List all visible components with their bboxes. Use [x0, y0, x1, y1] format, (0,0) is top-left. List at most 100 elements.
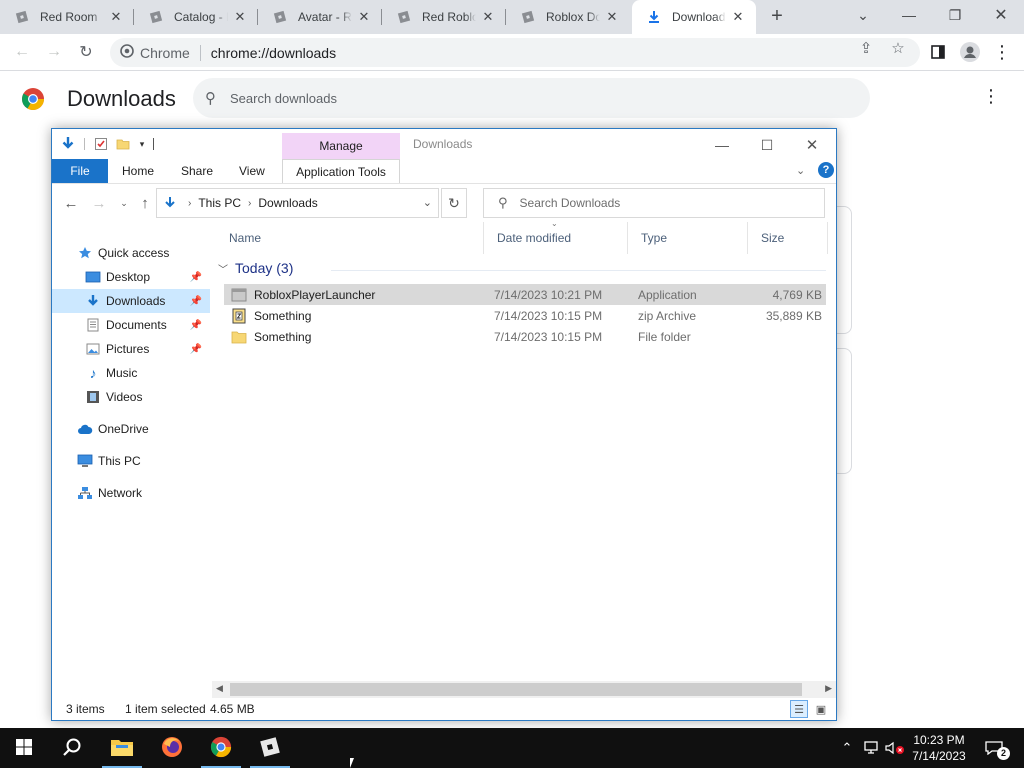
file-row[interactable]: Something 7/14/2023 10:15 PM File folder [224, 326, 826, 347]
up-arrow-icon[interactable]: ↑ [135, 194, 155, 212]
tab-title: Avatar - Ro [298, 10, 352, 24]
column-header-size[interactable]: Size [748, 222, 828, 254]
close-icon[interactable]: ✕ [604, 9, 620, 25]
horizontal-scrollbar[interactable]: ◀ ▶ [212, 681, 836, 698]
chrome-menu-icon[interactable]: ⋮ [990, 40, 1014, 64]
desktop-icon [85, 269, 101, 285]
nav-item-desktop[interactable]: Desktop 📌 [52, 265, 210, 289]
column-header-date[interactable]: Date modified [484, 222, 628, 254]
file-row[interactable]: Something 7/14/2023 10:15 PM zip Archive… [224, 305, 826, 326]
nav-item-downloads[interactable]: Downloads 📌 [52, 289, 210, 313]
firefox-taskbar-button[interactable] [148, 728, 196, 768]
share-icon[interactable]: ⇪ [858, 40, 874, 57]
close-icon[interactable]: ✕ [356, 9, 372, 25]
file-row[interactable]: RobloxPlayerLauncher 7/14/2023 10:21 PM … [224, 284, 826, 305]
explorer-close-button[interactable]: ✕ [789, 132, 835, 158]
nav-item-onedrive[interactable]: OneDrive [52, 417, 210, 441]
nav-item-documents[interactable]: Documents 📌 [52, 313, 210, 337]
side-panel-icon[interactable] [926, 40, 950, 64]
large-icons-view-icon[interactable]: ▣ [812, 700, 830, 718]
qat-customize-icon[interactable]: ▾ [134, 136, 150, 152]
tab-home[interactable]: Home [122, 159, 154, 183]
close-icon[interactable]: ✕ [480, 9, 496, 25]
properties-icon[interactable] [93, 136, 109, 152]
pin-icon[interactable]: 📌 [190, 296, 202, 307]
nav-item-videos[interactable]: Videos [52, 385, 210, 409]
close-window-button[interactable]: ✕ [978, 0, 1024, 30]
search-button[interactable] [48, 728, 96, 768]
column-header-type[interactable]: Type [628, 222, 748, 254]
scroll-left-arrow-icon[interactable]: ◀ [216, 683, 223, 694]
tab-view[interactable]: View [239, 159, 265, 183]
address-dropdown-icon[interactable]: ⌄ [423, 196, 432, 209]
nav-item-quick-access[interactable]: Quick access [52, 241, 210, 265]
tab-share[interactable]: Share [181, 159, 213, 183]
minimize-button[interactable]: — [886, 0, 932, 30]
expand-ribbon-chevron-icon[interactable]: ⌄ [796, 164, 805, 177]
close-icon[interactable]: ✕ [730, 9, 746, 25]
show-hidden-icons-chevron-icon[interactable]: ⌃ [838, 728, 856, 768]
status-bar: 3 items 1 item selected 4.65 MB ☰ ▣ [52, 698, 836, 720]
tab-red-roblox[interactable]: Red Roblox ✕ [382, 0, 506, 34]
group-header-today[interactable]: ﹀ Today (3) [218, 260, 293, 276]
nav-item-label: Documents [106, 318, 167, 332]
new-folder-icon[interactable] [115, 136, 131, 152]
back-button[interactable]: ← [10, 40, 34, 64]
tab-search-chevron-icon[interactable]: ⌄ [840, 0, 886, 30]
pin-icon[interactable]: 📌 [190, 320, 202, 331]
chrome-taskbar-button[interactable] [197, 728, 245, 768]
system-clock[interactable]: 10:23 PM 7/14/2023 [908, 732, 970, 764]
explorer-search-input[interactable]: ⚲ Search Downloads [483, 188, 825, 218]
breadcrumb-this-pc[interactable]: This PC [198, 196, 241, 210]
scroll-right-arrow-icon[interactable]: ▶ [825, 683, 832, 694]
start-button[interactable] [0, 728, 48, 768]
tab-red-room[interactable]: Red Room ✕ [0, 0, 134, 34]
nav-item-network[interactable]: Network [52, 481, 210, 505]
tab-downloads[interactable]: Downloads ✕ [632, 0, 756, 34]
close-icon[interactable]: ✕ [232, 9, 248, 25]
forward-button[interactable]: → [42, 40, 66, 64]
breadcrumb-downloads[interactable]: Downloads [258, 196, 317, 210]
downloads-search-input[interactable]: ⚲ Search downloads [193, 78, 870, 118]
pin-icon[interactable]: 📌 [190, 272, 202, 283]
explorer-maximize-button[interactable]: ☐ [744, 132, 790, 158]
tab-catalog[interactable]: Catalog - R ✕ [134, 0, 258, 34]
pin-icon[interactable]: 📌 [190, 344, 202, 355]
explorer-minimize-button[interactable]: — [699, 132, 745, 158]
mouse-cursor [350, 758, 360, 768]
address-breadcrumb[interactable]: › This PC › Downloads ⌄ [156, 188, 439, 218]
action-center-button[interactable]: 2 [978, 728, 1010, 768]
tab-roblox-download[interactable]: Roblox Dow ✕ [506, 0, 630, 34]
recent-locations-chevron-icon[interactable]: ⌄ [114, 194, 134, 212]
restore-button[interactable]: ❐ [932, 0, 978, 30]
profile-avatar[interactable] [958, 40, 982, 64]
tab-application-tools[interactable]: Application Tools [282, 159, 400, 183]
tab-file[interactable]: File [52, 159, 108, 183]
help-icon[interactable]: ? [818, 162, 834, 178]
search-icon: ⚲ [205, 90, 216, 107]
ribbon-tabs: File Home Share View Application Tools ⌄… [52, 159, 836, 183]
forward-arrow-icon[interactable]: → [89, 194, 109, 212]
network-tray-icon[interactable] [862, 728, 880, 768]
nav-item-this-pc[interactable]: This PC [52, 449, 210, 473]
address-bar[interactable]: Chrome chrome://downloads [110, 38, 920, 67]
page-title: Downloads [67, 86, 176, 111]
file-type: File folder [638, 329, 691, 344]
volume-muted-icon[interactable] [884, 728, 906, 768]
reload-button[interactable]: ↻ [74, 40, 98, 64]
new-tab-button[interactable]: + [766, 6, 788, 28]
column-header-name[interactable]: Name [216, 222, 484, 254]
file-explorer-taskbar-button[interactable] [98, 728, 146, 768]
scrollbar-thumb[interactable] [230, 683, 802, 696]
refresh-button[interactable]: ↻ [441, 188, 467, 218]
close-icon[interactable]: ✕ [108, 9, 124, 25]
chevron-right-icon: › [188, 197, 192, 209]
back-arrow-icon[interactable]: ← [61, 194, 81, 212]
bookmark-star-icon[interactable]: ☆ [890, 40, 906, 57]
details-view-icon[interactable]: ☰ [790, 700, 808, 718]
nav-item-pictures[interactable]: Pictures 📌 [52, 337, 210, 361]
tab-avatar[interactable]: Avatar - Ro ✕ [258, 0, 382, 34]
nav-item-music[interactable]: ♪ Music [52, 361, 210, 385]
more-actions-icon[interactable]: ⋮ [982, 86, 1000, 110]
roblox-taskbar-button[interactable] [246, 728, 294, 768]
